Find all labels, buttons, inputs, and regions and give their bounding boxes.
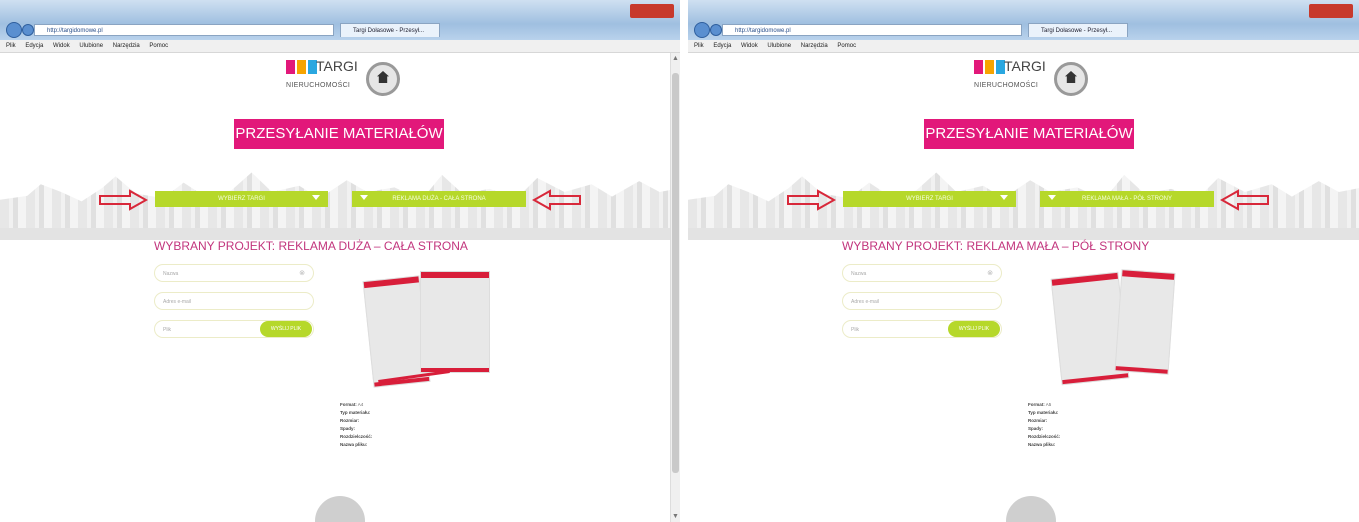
- specs-list: Format: A4 Typ materiału: Rozmiar: Spady…: [340, 401, 372, 449]
- arrow-left-icon: [532, 189, 581, 211]
- browser-tab[interactable]: Targi Dołasowe - Przesył...: [340, 23, 440, 37]
- logo-title: TARGI: [316, 58, 358, 74]
- logo-badge: [1054, 62, 1088, 96]
- vertical-scrollbar[interactable]: ▲ ▼: [670, 53, 680, 522]
- menu-view[interactable]: Widok: [53, 43, 70, 49]
- scroll-up-icon[interactable]: ▲: [672, 55, 679, 62]
- menu-file[interactable]: Plik: [694, 43, 704, 49]
- menu-help[interactable]: Pomoc: [837, 43, 856, 49]
- select-event-label: WYBIERZ TARGI: [218, 196, 265, 202]
- page-banner: PRZESYŁANIE MATERIAŁÓW: [234, 119, 444, 149]
- spec-bleed: Spady:: [1028, 426, 1044, 431]
- menu-edit[interactable]: Edycja: [25, 43, 43, 49]
- page-content: TARGI NIERUCHOMOŚCI PRZESYŁANIE MATERIAŁ…: [0, 53, 680, 522]
- arrow-right-icon: [787, 189, 836, 211]
- forward-icon[interactable]: [22, 24, 34, 36]
- chevron-down-icon: [1048, 195, 1056, 200]
- send-file-button[interactable]: WYŚLIJ PLIK: [948, 321, 1000, 337]
- scroll-top-button[interactable]: [1006, 496, 1056, 522]
- forward-icon[interactable]: [710, 24, 722, 36]
- select-project-label: REKLAMA DUŻA - CAŁA STRONA: [392, 196, 486, 202]
- send-file-button[interactable]: WYŚLIJ PLIK: [260, 321, 312, 337]
- menu-favorites[interactable]: Ulubione: [79, 43, 103, 49]
- menu-tools[interactable]: Narzędzia: [801, 43, 828, 49]
- name-field[interactable]: Nazwa ⊗: [154, 264, 314, 282]
- logo-subtitle: NIERUCHOMOŚCI: [974, 82, 1039, 89]
- spec-filename: Nazwa pliku:: [1028, 442, 1056, 447]
- select-project-dropdown[interactable]: REKLAMA DUŻA - CAŁA STRONA: [352, 191, 526, 207]
- project-title: WYBRANY PROJEKT: REKLAMA MAŁA – PÓŁ STRO…: [842, 239, 1150, 253]
- chevron-down-icon: [1000, 195, 1008, 200]
- email-field[interactable]: Adres e-mail: [842, 292, 1002, 310]
- site-logo[interactable]: TARGI NIERUCHOMOŚCI: [286, 56, 406, 106]
- title-bar: http://targidomowe.pl Targi Dołasowe - P…: [688, 0, 1359, 40]
- spec-material: Typ materiału:: [340, 410, 371, 415]
- spec-filename: Nazwa pliku:: [340, 442, 368, 447]
- logo-blocks: [286, 60, 317, 74]
- email-placeholder: Adres e-mail: [163, 299, 192, 305]
- menu-edit[interactable]: Edycja: [713, 43, 731, 49]
- select-event-dropdown[interactable]: WYBIERZ TARGI: [843, 191, 1016, 207]
- spec-bleed: Spady:: [340, 426, 356, 431]
- site-logo[interactable]: TARGI NIERUCHOMOŚCI: [974, 56, 1094, 106]
- select-project-dropdown[interactable]: REKLAMA MAŁA - PÓŁ STRONY: [1040, 191, 1214, 207]
- arrow-left-icon: [1220, 189, 1269, 211]
- arrow-right-icon: [99, 189, 148, 211]
- menu-tools[interactable]: Narzędzia: [113, 43, 140, 49]
- chevron-down-icon: [312, 195, 320, 200]
- browser-window-right: http://targidomowe.pl Targi Dołasowe - P…: [688, 0, 1359, 522]
- select-event-dropdown[interactable]: WYBIERZ TARGI: [155, 191, 328, 207]
- select-event-label: WYBIERZ TARGI: [906, 196, 953, 202]
- logo-title: TARGI: [1004, 58, 1046, 74]
- menu-bar: Plik Edycja Widok Ulubione Narzędzia Pom…: [688, 40, 1359, 53]
- address-bar[interactable]: http://targidomowe.pl: [722, 24, 1022, 36]
- project-title: WYBRANY PROJEKT: REKLAMA DUŻA – CAŁA STR…: [154, 239, 468, 253]
- email-field[interactable]: Adres e-mail: [154, 292, 314, 310]
- specs-list: Format: A5 Typ materiału: Rozmiar: Spady…: [1028, 401, 1060, 449]
- logo-subtitle: NIERUCHOMOŚCI: [286, 82, 351, 89]
- clear-icon[interactable]: ⊗: [987, 265, 993, 283]
- house-icon: [377, 71, 389, 83]
- back-icon[interactable]: [694, 22, 710, 38]
- house-icon: [1065, 71, 1077, 83]
- name-placeholder: Nazwa: [851, 271, 867, 277]
- select-project-label: REKLAMA MAŁA - PÓŁ STRONY: [1081, 196, 1173, 202]
- spec-size: Rozmiar:: [1028, 418, 1048, 423]
- spec-resolution: Rozdzielczość:: [340, 434, 373, 439]
- scroll-top-button[interactable]: [315, 496, 365, 522]
- menu-view[interactable]: Widok: [741, 43, 758, 49]
- name-field[interactable]: Nazwa ⊗: [842, 264, 1002, 282]
- pane-divider: [680, 0, 688, 522]
- browser-window-left: http://targidomowe.pl Targi Dołasowe - P…: [0, 0, 680, 522]
- mockup-page-front: [1114, 269, 1176, 375]
- menu-help[interactable]: Pomoc: [149, 43, 168, 49]
- mockup-page-front: [420, 271, 490, 373]
- spec-format: Format: A5: [1028, 402, 1052, 407]
- address-bar[interactable]: http://targidomowe.pl: [34, 24, 334, 36]
- title-bar: http://targidomowe.pl Targi Dołasowe - P…: [0, 0, 680, 40]
- scroll-down-icon[interactable]: ▼: [672, 513, 679, 520]
- email-placeholder: Adres e-mail: [851, 299, 880, 305]
- spec-resolution: Rozdzielczość:: [1028, 434, 1061, 439]
- window-controls[interactable]: [630, 4, 674, 18]
- chevron-down-icon: [360, 195, 368, 200]
- page-content: TARGI NIERUCHOMOŚCI PRZESYŁANIE MATERIAŁ…: [688, 53, 1359, 522]
- menu-file[interactable]: Plik: [6, 43, 16, 49]
- logo-badge: [366, 62, 400, 96]
- logo-blocks: [974, 60, 1005, 74]
- spec-format: Format: A4: [340, 402, 364, 407]
- menu-favorites[interactable]: Ulubione: [767, 43, 791, 49]
- file-placeholder: Plik: [163, 327, 172, 333]
- page-banner: PRZESYŁANIE MATERIAŁÓW: [924, 119, 1134, 149]
- browser-tab[interactable]: Targi Dołasowe - Przesył...: [1028, 23, 1128, 37]
- spec-size: Rozmiar:: [340, 418, 360, 423]
- name-placeholder: Nazwa: [163, 271, 179, 277]
- file-placeholder: Plik: [851, 327, 860, 333]
- scroll-thumb[interactable]: [672, 73, 679, 473]
- clear-icon[interactable]: ⊗: [299, 265, 305, 283]
- spec-material: Typ materiału:: [1028, 410, 1059, 415]
- window-controls[interactable]: [1309, 4, 1353, 18]
- menu-bar: Plik Edycja Widok Ulubione Narzędzia Pom…: [0, 40, 680, 53]
- back-icon[interactable]: [6, 22, 22, 38]
